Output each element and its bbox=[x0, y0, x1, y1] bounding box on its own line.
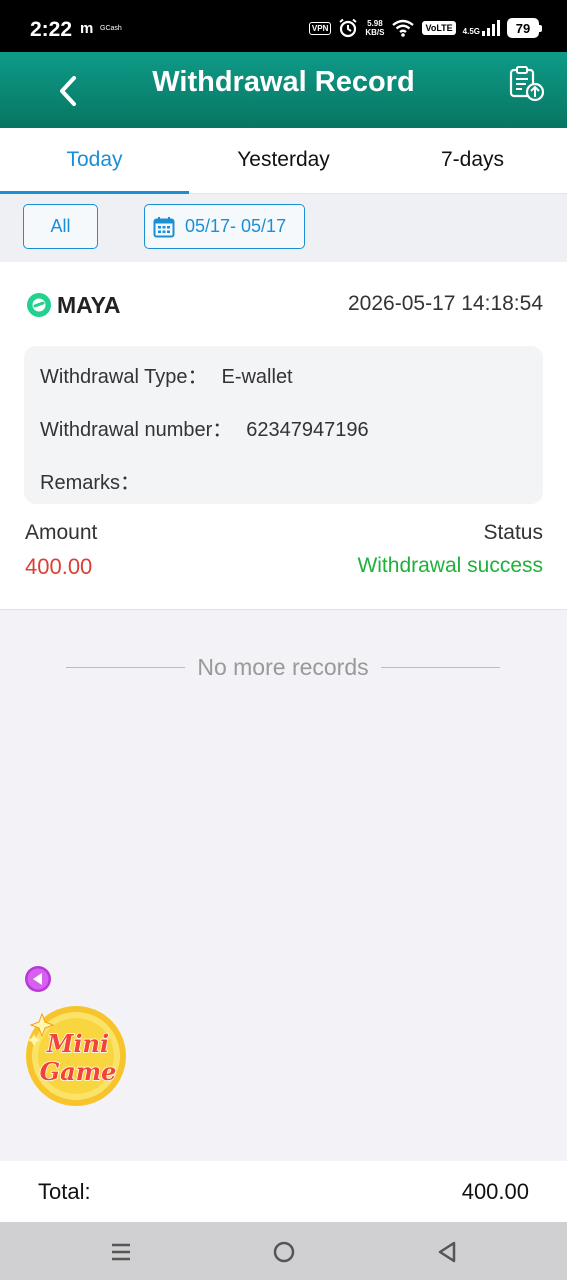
date-range-label: 05/17- 05/17 bbox=[185, 216, 287, 236]
remarks-row: Remarks： bbox=[40, 466, 154, 495]
record-button[interactable] bbox=[507, 64, 547, 104]
battery-icon: 79 bbox=[507, 18, 542, 38]
back-icon bbox=[438, 1241, 456, 1263]
wifi-icon bbox=[392, 19, 415, 37]
vpn-icon: VPN bbox=[308, 21, 332, 35]
calendar-icon bbox=[153, 216, 175, 237]
nav-back-button[interactable] bbox=[432, 1237, 462, 1267]
date-range-button[interactable]: 05/17- 05/17 bbox=[144, 204, 305, 249]
network-speed: 5.98 KB/S bbox=[365, 19, 385, 37]
signal-icon: 4.5G bbox=[463, 20, 500, 36]
record-datetime: 2026-05-17 14:18:54 bbox=[348, 292, 543, 315]
amount-label: Amount bbox=[25, 521, 98, 544]
divider bbox=[380, 667, 500, 668]
app-header: Withdrawal Record bbox=[0, 52, 567, 128]
mini-game-button[interactable]: Mini Game bbox=[22, 1000, 130, 1108]
record-details: Withdrawal Type： E-wallet Withdrawal numb… bbox=[24, 346, 543, 504]
tab-today[interactable]: Today bbox=[0, 128, 189, 194]
maya-logo-icon bbox=[27, 293, 51, 317]
date-tabs: Today Yesterday 7-days bbox=[0, 128, 567, 194]
clipboard-upload-icon bbox=[509, 66, 545, 102]
withdrawal-record-card[interactable]: MAYA 2026-05-17 14:18:54 Withdrawal Type… bbox=[0, 262, 567, 610]
nav-home-button[interactable] bbox=[269, 1237, 299, 1267]
withdrawal-number-label: Withdrawal number： bbox=[40, 419, 233, 441]
withdrawal-type-label: Withdrawal Type： bbox=[40, 366, 208, 388]
tab-7-days[interactable]: 7-days bbox=[378, 128, 567, 193]
mini-game-line1: Mini bbox=[46, 1029, 109, 1058]
remarks-label: Remarks： bbox=[40, 472, 141, 494]
withdrawal-number-row: Withdrawal number： 62347947196 bbox=[40, 413, 369, 442]
amount-value: 400.00 bbox=[25, 554, 93, 579]
notification-gcash-icon: GCash bbox=[100, 25, 122, 32]
status-label: Status bbox=[483, 521, 543, 544]
provider: MAYA bbox=[25, 291, 121, 319]
provider-name: MAYA bbox=[57, 291, 121, 318]
filter-row: All 05/17- 05/17 bbox=[0, 194, 567, 262]
nav-menu-button[interactable] bbox=[106, 1237, 136, 1267]
all-filter-button[interactable]: All bbox=[23, 204, 98, 249]
total-bar: Total: 400.00 bbox=[0, 1161, 567, 1222]
mini-game-icon: Mini Game bbox=[26, 1006, 126, 1106]
system-nav-bar bbox=[0, 1222, 567, 1280]
tab-yesterday[interactable]: Yesterday bbox=[189, 128, 378, 193]
status-bar: 2:22 m GCash VPN 5.98 KB/S VoLTE 4.5G 79 bbox=[0, 0, 567, 52]
collapse-widget-button[interactable] bbox=[24, 965, 52, 993]
withdrawal-number-value: 62347947196 bbox=[246, 419, 369, 441]
total-label: Total: bbox=[38, 1179, 91, 1204]
triangle-left-icon bbox=[25, 966, 51, 992]
menu-icon bbox=[112, 1243, 130, 1261]
status-icons: VPN 5.98 KB/S VoLTE 4.5G 79 bbox=[308, 14, 542, 42]
volte-icon: VoLTE bbox=[422, 21, 456, 35]
status-value: Withdrawal success bbox=[357, 554, 543, 577]
no-more-records-text: No more records bbox=[197, 654, 369, 680]
page-title: Withdrawal Record bbox=[152, 66, 415, 98]
alarm-icon bbox=[339, 18, 357, 38]
home-icon bbox=[273, 1241, 295, 1263]
status-time: 2:22 bbox=[30, 18, 73, 41]
withdrawal-type-value: E-wallet bbox=[221, 366, 293, 388]
withdrawal-type-row: Withdrawal Type： E-wallet bbox=[40, 360, 293, 389]
divider bbox=[66, 667, 186, 668]
no-more-records: No more records bbox=[66, 654, 500, 681]
total-value: 400.00 bbox=[461, 1179, 529, 1204]
mini-game-line2: Game bbox=[40, 1057, 117, 1086]
notification-m-icon: m bbox=[80, 20, 94, 37]
